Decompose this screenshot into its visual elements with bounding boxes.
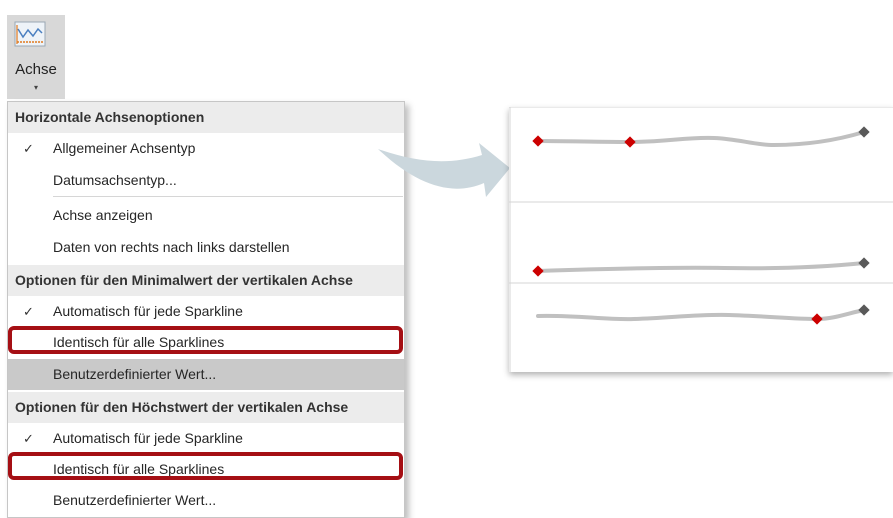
low-point-marker bbox=[624, 136, 636, 148]
menu-header-vertical-min: Optionen für den Minimalwert der vertika… bbox=[8, 265, 404, 296]
sparkline-panel bbox=[509, 107, 893, 372]
menu-item-general-axis-type[interactable]: ✓ Allgemeiner Achsentyp bbox=[8, 133, 404, 164]
highlight-box bbox=[8, 452, 403, 480]
checkmark-icon: ✓ bbox=[23, 431, 34, 446]
menu-item-label: Automatisch für jede Sparkline bbox=[53, 430, 243, 446]
last-point-marker bbox=[858, 257, 870, 269]
menu-item-label: Benutzerdefinierter Wert... bbox=[53, 492, 217, 508]
sparkline-grid bbox=[509, 107, 893, 372]
menu-item-min-custom[interactable]: Benutzerdefinierter Wert... bbox=[8, 359, 404, 390]
axis-button[interactable]: Achse ▾ bbox=[7, 15, 65, 99]
sparkline-3 bbox=[536, 304, 870, 325]
menu-item-label: Achse anzeigen bbox=[53, 207, 153, 223]
menu-item-label: Benutzerdefinierter Wert... bbox=[53, 366, 217, 382]
menu-item-label: Allgemeiner Achsentyp bbox=[53, 140, 196, 156]
menu-item-date-axis-type[interactable]: Datumsachsentyp... bbox=[8, 165, 404, 196]
low-point-marker bbox=[532, 135, 544, 147]
menu-header-vertical-max: Optionen für den Höchstwert der vertikal… bbox=[8, 392, 404, 423]
low-point-marker bbox=[532, 265, 544, 277]
menu-item-label: Automatisch für jede Sparkline bbox=[53, 303, 243, 319]
menu-item-max-auto[interactable]: ✓ Automatisch für jede Sparkline bbox=[8, 423, 404, 454]
menu-item-min-auto[interactable]: ✓ Automatisch für jede Sparkline bbox=[8, 296, 404, 327]
menu-item-max-custom[interactable]: Benutzerdefinierter Wert... bbox=[8, 485, 404, 516]
menu-item-show-axis[interactable]: Achse anzeigen bbox=[8, 200, 404, 231]
chevron-down-icon: ▾ bbox=[33, 83, 38, 92]
right-arrow-icon bbox=[378, 143, 510, 197]
checkmark-icon: ✓ bbox=[23, 304, 34, 319]
menu-item-label: Daten von rechts nach links darstellen bbox=[53, 239, 290, 255]
menu-item-label: Datumsachsentyp... bbox=[53, 172, 177, 188]
menu-header-horizontal-axis: Horizontale Achsenoptionen bbox=[8, 102, 404, 133]
menu-item-right-to-left[interactable]: Daten von rechts nach links darstellen bbox=[8, 232, 404, 263]
low-point-marker bbox=[811, 313, 823, 325]
last-point-marker bbox=[858, 304, 870, 316]
highlight-box bbox=[8, 326, 403, 354]
menu-separator bbox=[53, 196, 403, 197]
sparkline-1 bbox=[532, 126, 870, 148]
sparkline-2 bbox=[532, 257, 870, 277]
checkmark-icon: ✓ bbox=[23, 141, 34, 156]
last-point-marker bbox=[858, 126, 870, 138]
sparkline-axis-icon bbox=[14, 21, 46, 47]
axis-button-label: Achse bbox=[15, 61, 57, 78]
axis-options-menu: Horizontale Achsenoptionen ✓ Allgemeiner… bbox=[7, 101, 405, 518]
